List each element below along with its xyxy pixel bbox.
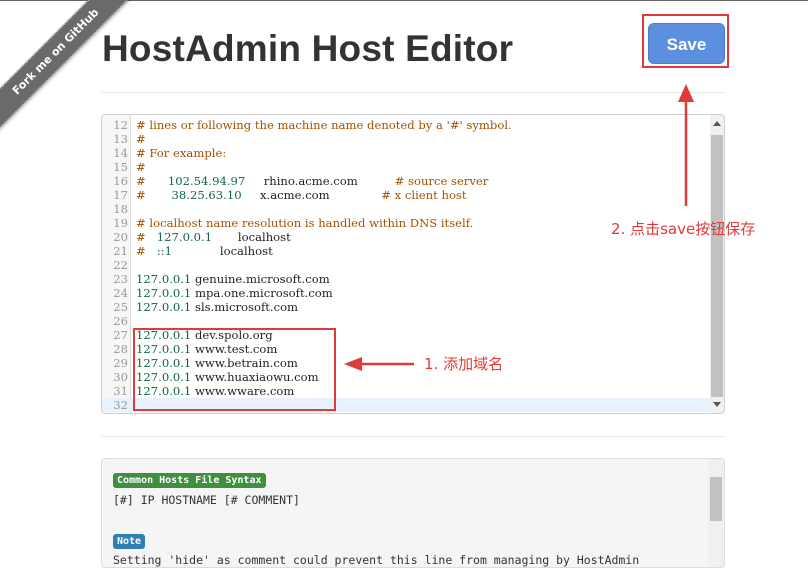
line-code[interactable]: 127.0.0.1 sls.microsoft.com bbox=[136, 300, 298, 314]
line-code[interactable]: # bbox=[136, 132, 146, 146]
code-token: mpa.one.microsoft.com bbox=[191, 286, 333, 300]
code-token: localhost bbox=[171, 244, 273, 258]
line-number: 12 bbox=[113, 118, 128, 132]
line-number: 15 bbox=[113, 160, 128, 174]
editor-line[interactable]: 22 bbox=[102, 258, 712, 272]
code-token: 127.0.0.1 bbox=[145, 230, 213, 244]
line-code[interactable]: # 38.25.63.10 x.acme.com # x client host bbox=[136, 188, 467, 202]
code-token: x.acme.com bbox=[241, 188, 330, 202]
editor-line[interactable]: 16 # 102.54.94.97 rhino.acme.com # source… bbox=[102, 174, 712, 188]
help-scrollbar[interactable] bbox=[708, 459, 724, 567]
divider bbox=[101, 436, 725, 437]
code-token: # bbox=[136, 230, 146, 244]
code-token: # bbox=[136, 244, 146, 258]
editor-line[interactable]: 14 # For example: bbox=[102, 146, 712, 160]
editor-line[interactable]: 21 # ::1 localhost bbox=[102, 244, 712, 258]
divider bbox=[101, 92, 725, 93]
code-token: # x client host bbox=[329, 188, 467, 202]
code-token: 127.0.0.1 bbox=[136, 272, 192, 286]
syntax-text: [#] IP HOSTNAME [# COMMENT] bbox=[113, 493, 300, 507]
line-number: 21 bbox=[113, 244, 128, 258]
line-number: 13 bbox=[113, 132, 128, 146]
code-token: genuine.microsoft.com bbox=[191, 272, 330, 286]
editor-line[interactable]: 12 # lines or following the machine name … bbox=[102, 118, 712, 132]
code-token: rhino.acme.com bbox=[245, 174, 358, 188]
editor-line[interactable]: 25 127.0.0.1 sls.microsoft.com bbox=[102, 300, 712, 314]
line-number: 29 bbox=[113, 356, 128, 370]
help-scrollbar-thumb[interactable] bbox=[710, 477, 722, 521]
line-number: 20 bbox=[113, 230, 128, 244]
editor-line[interactable]: 24 127.0.0.1 mpa.one.microsoft.com bbox=[102, 286, 712, 300]
scrollbar-thumb[interactable] bbox=[711, 135, 723, 397]
line-code[interactable]: 127.0.0.1 genuine.microsoft.com bbox=[136, 272, 330, 286]
code-token: # bbox=[136, 160, 146, 174]
code-token: sls.microsoft.com bbox=[191, 300, 299, 314]
code-token: # source server bbox=[357, 174, 489, 188]
line-code[interactable]: # 127.0.0.1 localhost bbox=[136, 230, 291, 244]
note-text: Setting 'hide' as comment could prevent … bbox=[113, 553, 640, 567]
editor-line[interactable]: 23 127.0.0.1 genuine.microsoft.com bbox=[102, 272, 712, 286]
line-number: 32 bbox=[113, 398, 128, 412]
scroll-up-icon[interactable] bbox=[713, 121, 721, 126]
line-number: 30 bbox=[113, 370, 128, 384]
annotation-step-2: 2. 点击save按钮保存 bbox=[611, 220, 756, 238]
line-number: 26 bbox=[113, 314, 128, 328]
code-token: # For example: bbox=[136, 146, 227, 160]
editor-line[interactable]: 15 # bbox=[102, 160, 712, 174]
line-number: 19 bbox=[113, 216, 128, 230]
line-number: 25 bbox=[113, 300, 128, 314]
syntax-badge: Common Hosts File Syntax bbox=[113, 473, 266, 488]
line-number: 28 bbox=[113, 342, 128, 356]
editor-line[interactable]: 13 # bbox=[102, 132, 712, 146]
line-number: 18 bbox=[113, 202, 128, 216]
editor-scrollbar[interactable] bbox=[710, 115, 724, 413]
editor-line[interactable]: 18 bbox=[102, 202, 712, 216]
annotation-step-1: 1. 添加域名 bbox=[424, 355, 504, 373]
added-domains-highlight bbox=[133, 328, 336, 411]
line-number: 31 bbox=[113, 384, 128, 398]
line-number: 14 bbox=[113, 146, 128, 160]
editor-line[interactable]: 26 bbox=[102, 314, 712, 328]
line-number: 22 bbox=[113, 258, 128, 272]
code-token: # bbox=[136, 188, 146, 202]
scroll-down-icon[interactable] bbox=[713, 402, 721, 407]
code-token: localhost bbox=[212, 230, 291, 244]
code-token: 102.54.94.97 bbox=[145, 174, 246, 188]
line-code[interactable]: # bbox=[136, 160, 146, 174]
line-code[interactable]: # ::1 localhost bbox=[136, 244, 273, 258]
line-number: 23 bbox=[113, 272, 128, 286]
line-code[interactable]: # localhost name resolution is handled w… bbox=[136, 216, 473, 230]
line-number: 24 bbox=[113, 286, 128, 300]
code-token: 127.0.0.1 bbox=[136, 286, 192, 300]
arrow-to-save-head bbox=[678, 84, 694, 102]
code-token: # localhost name resolution is handled w… bbox=[136, 216, 474, 230]
line-number: 27 bbox=[113, 328, 128, 342]
page-title: HostAdmin Host Editor bbox=[102, 28, 514, 69]
code-token: ::1 bbox=[145, 244, 172, 258]
line-code[interactable]: # For example: bbox=[136, 146, 226, 160]
line-code[interactable]: 127.0.0.1 mpa.one.microsoft.com bbox=[136, 286, 333, 300]
code-token: 38.25.63.10 bbox=[145, 188, 242, 202]
help-panel: Common Hosts File Syntax [#] IP HOSTNAME… bbox=[101, 458, 725, 568]
line-number: 16 bbox=[113, 174, 128, 188]
code-token: # bbox=[136, 174, 146, 188]
save-button[interactable]: Save bbox=[648, 23, 725, 64]
line-number: 17 bbox=[113, 188, 128, 202]
code-token: # lines or following the machine name de… bbox=[136, 118, 512, 132]
editor-line[interactable]: 17 # 38.25.63.10 x.acme.com # x client ho… bbox=[102, 188, 712, 202]
code-token: 127.0.0.1 bbox=[136, 300, 192, 314]
note-badge: Note bbox=[113, 534, 146, 549]
line-code[interactable]: # 102.54.94.97 rhino.acme.com # source s… bbox=[136, 174, 488, 188]
code-token: # bbox=[136, 132, 146, 146]
line-code[interactable]: # lines or following the machine name de… bbox=[136, 118, 512, 132]
